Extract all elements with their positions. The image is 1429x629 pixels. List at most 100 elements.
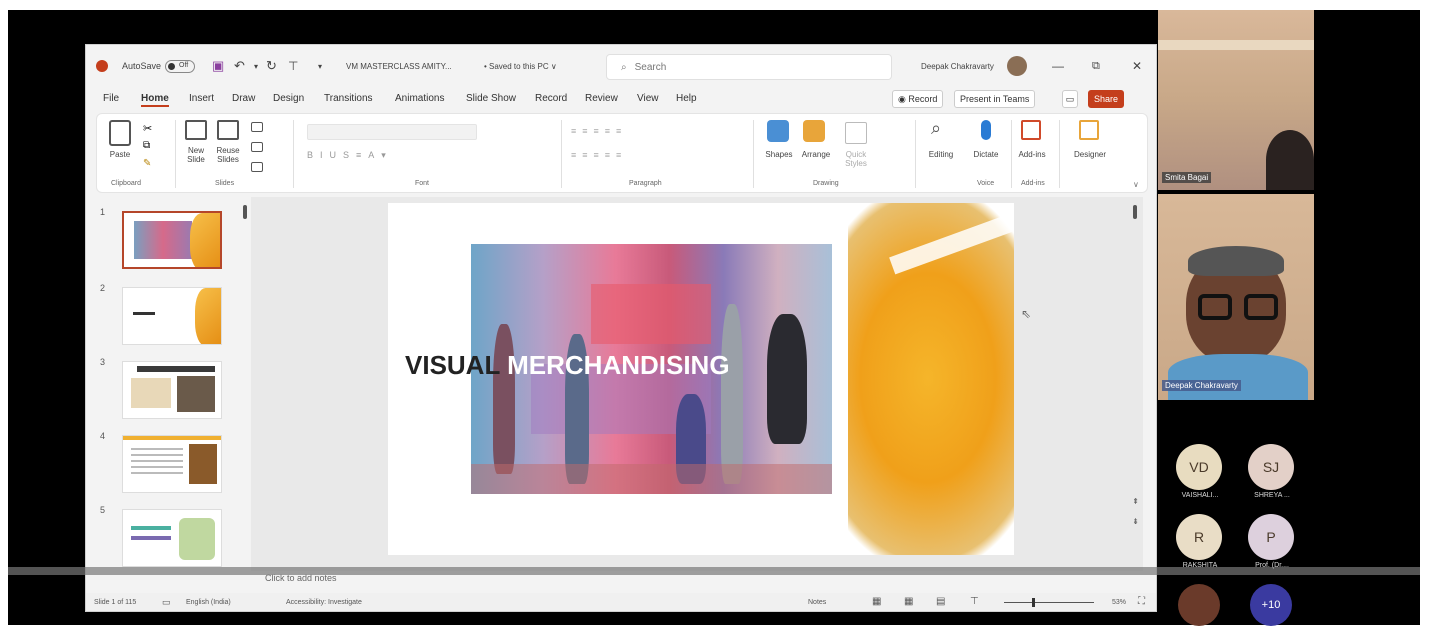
participant-avatar[interactable]: VD: [1176, 444, 1222, 490]
record-button[interactable]: ◉ Record: [892, 90, 944, 108]
slide-thumbnail-3[interactable]: [122, 361, 222, 419]
shapes-icon[interactable]: [767, 120, 789, 142]
tab-review[interactable]: Review: [585, 93, 618, 104]
account-avatar[interactable]: [1007, 45, 1027, 87]
tab-home[interactable]: Home: [141, 93, 169, 107]
reuse-slides-icon[interactable]: [217, 120, 239, 140]
redo-icon[interactable]: ↻: [266, 45, 277, 87]
new-slide-label[interactable]: New Slide: [179, 146, 213, 164]
zoom-slider[interactable]: [1004, 602, 1094, 603]
editing-icon[interactable]: ⌕: [931, 118, 941, 139]
more-participants-button[interactable]: +10: [1250, 584, 1292, 626]
quick-styles-label[interactable]: Quick Styles: [837, 150, 875, 168]
normal-view-icon[interactable]: ▦: [872, 596, 881, 607]
save-icon[interactable]: ▣: [212, 45, 224, 87]
notes-pane[interactable]: Click to add notes: [251, 573, 1143, 591]
present-in-teams-button[interactable]: Present in Teams: [954, 90, 1036, 108]
thumbnail-scrollbar[interactable]: [243, 205, 247, 219]
thumb-number: 5: [100, 505, 106, 515]
format-painter-icon[interactable]: ✎: [143, 158, 151, 169]
next-slide-icon[interactable]: ⇟: [1132, 517, 1139, 526]
save-status[interactable]: • Saved to this PC ∨: [484, 45, 557, 87]
cut-icon[interactable]: ✂: [143, 122, 152, 135]
slide-thumbnail-5[interactable]: [122, 509, 222, 567]
slide-editor[interactable]: VISUAL MERCHANDISING ⇖ ⇞ ⇟: [251, 197, 1143, 571]
ribbon-divider: [753, 120, 754, 188]
slide-sorter-icon[interactable]: ▦: [904, 596, 913, 607]
font-format-buttons[interactable]: BIUS≡A▾: [307, 150, 557, 162]
tab-transitions[interactable]: Transitions: [324, 93, 373, 104]
notes-toggle[interactable]: Notes: [808, 599, 826, 606]
group-add-ins: Add-ins: [1021, 180, 1045, 187]
participant-photo-avatar[interactable]: [1178, 584, 1220, 626]
dictate-label[interactable]: Dictate: [967, 150, 1005, 159]
dictate-icon[interactable]: [981, 120, 991, 140]
fit-to-window-icon[interactable]: ⛶: [1138, 596, 1145, 607]
restore-icon[interactable]: ⧉: [1092, 45, 1100, 87]
tab-help[interactable]: Help: [676, 93, 697, 104]
shapes-label[interactable]: Shapes: [761, 150, 797, 159]
previous-slide-icon[interactable]: ⇞: [1132, 497, 1139, 506]
arrange-icon[interactable]: [803, 120, 825, 142]
add-ins-icon[interactable]: [1021, 120, 1041, 140]
vertical-scrollbar[interactable]: [1133, 205, 1137, 219]
minimize-icon[interactable]: —: [1052, 45, 1064, 87]
tab-design[interactable]: Design: [273, 93, 304, 104]
customize-toolbar-icon[interactable]: ▾: [318, 45, 322, 87]
tab-insert[interactable]: Insert: [189, 93, 214, 104]
slideshow-view-icon[interactable]: ⊤: [970, 596, 979, 607]
quick-styles-icon[interactable]: [845, 122, 867, 144]
slideshow-start-icon[interactable]: ⊤: [288, 45, 298, 87]
paste-label[interactable]: Paste: [103, 150, 137, 159]
spellcheck-icon[interactable]: ▭: [162, 597, 171, 608]
layout-icon[interactable]: [251, 122, 263, 132]
slide-thumbnail-4[interactable]: [122, 435, 222, 493]
comments-icon[interactable]: ▭: [1062, 90, 1078, 108]
document-title[interactable]: VM MASTERCLASS AMITY...: [346, 45, 452, 87]
undo-icon[interactable]: ↶: [234, 45, 245, 87]
tab-animations[interactable]: Animations: [395, 93, 444, 104]
slide-thumbnail-1[interactable]: [122, 211, 222, 269]
participant-video-1[interactable]: Smita Bagai: [1158, 10, 1314, 190]
account-name[interactable]: Deepak Chakravarty: [921, 45, 994, 87]
section-icon[interactable]: [251, 162, 263, 172]
editing-label[interactable]: Editing: [923, 150, 959, 159]
accessibility-status[interactable]: Accessibility: Investigate: [286, 599, 362, 606]
add-ins-label[interactable]: Add-ins: [1013, 150, 1051, 159]
tab-view[interactable]: View: [637, 93, 659, 104]
list-buttons[interactable]: ≡≡≡≡≡: [571, 126, 731, 138]
close-icon[interactable]: ✕: [1132, 45, 1142, 87]
new-slide-icon[interactable]: [185, 120, 207, 140]
designer-label[interactable]: Designer: [1069, 150, 1111, 159]
language-status[interactable]: English (India): [186, 599, 231, 606]
arrange-label[interactable]: Arrange: [797, 150, 835, 159]
font-family-select[interactable]: [307, 124, 477, 140]
zoom-slider-thumb[interactable]: [1032, 598, 1035, 607]
collapse-ribbon-icon[interactable]: ∨: [1133, 180, 1139, 189]
tab-slide-show[interactable]: Slide Show: [466, 93, 516, 104]
slide-title-word-1: VISUAL: [405, 350, 500, 380]
reuse-slides-label[interactable]: Reuse Slides: [211, 146, 245, 164]
zoom-level[interactable]: 53%: [1112, 599, 1126, 606]
participant-video-2[interactable]: Deepak Chakravarty: [1158, 194, 1314, 400]
undo-dropdown-icon[interactable]: ▾: [254, 45, 258, 87]
slide-thumbnail-2[interactable]: [122, 287, 222, 345]
share-button[interactable]: Share: [1088, 90, 1125, 108]
tab-draw[interactable]: Draw: [232, 93, 255, 104]
reset-icon[interactable]: [251, 142, 263, 152]
participant-avatar[interactable]: R: [1176, 514, 1222, 560]
reading-view-icon[interactable]: ▤: [936, 596, 945, 607]
copy-icon[interactable]: ⧉: [143, 140, 150, 151]
search-box[interactable]: ⌕ Search: [606, 54, 892, 80]
align-buttons[interactable]: ≡≡≡≡≡: [571, 150, 731, 162]
paste-icon[interactable]: [109, 120, 131, 146]
tab-record[interactable]: Record: [535, 93, 567, 104]
current-slide[interactable]: VISUAL MERCHANDISING: [388, 203, 1014, 555]
toggle-switch[interactable]: Off: [165, 59, 196, 73]
slide-title[interactable]: VISUAL MERCHANDISING: [405, 350, 730, 381]
tab-file[interactable]: File: [103, 93, 119, 104]
participant-avatar[interactable]: P: [1248, 514, 1294, 560]
autosave-toggle[interactable]: AutoSave Off: [122, 45, 196, 87]
participant-avatar[interactable]: SJ: [1248, 444, 1294, 490]
designer-icon[interactable]: [1079, 120, 1099, 140]
